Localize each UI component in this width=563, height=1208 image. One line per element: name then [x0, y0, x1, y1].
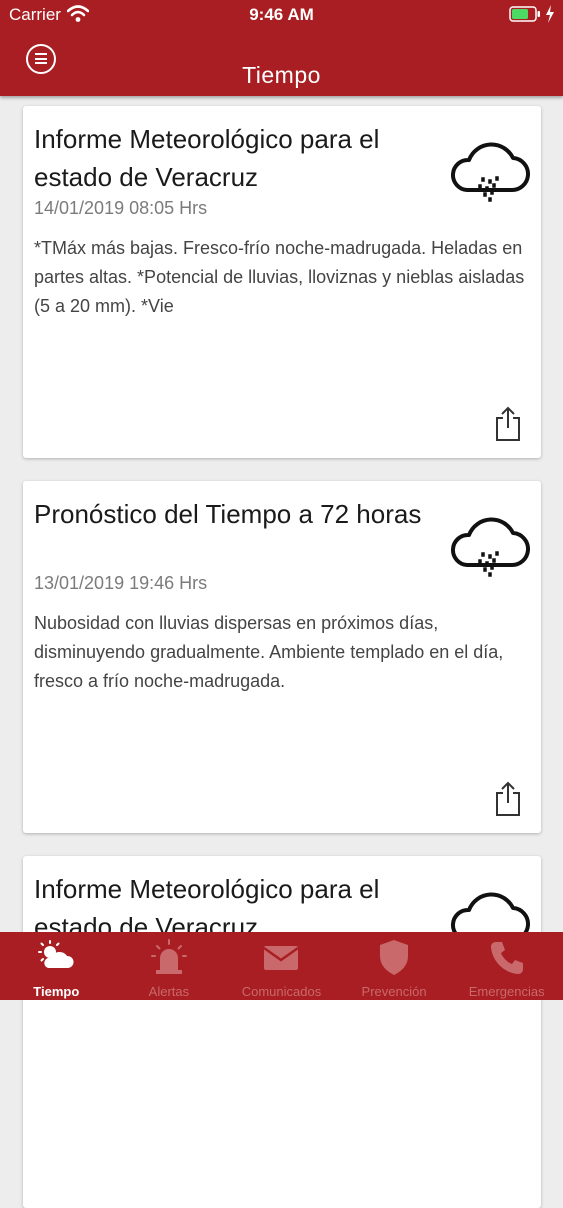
- envelope-icon: [263, 946, 300, 970]
- sun-cloud-icon: [38, 940, 74, 968]
- tab-prevencion[interactable]: Prevención: [338, 932, 451, 1000]
- tab-label: Comunicados: [241, 984, 322, 999]
- phone-icon: [490, 942, 523, 974]
- weather-report-card[interactable]: Informe Meteorológico para el estado de …: [23, 856, 541, 1208]
- tab-emergencias[interactable]: Emergencias: [450, 932, 563, 1000]
- card-title: Informe Meteorológico para el estado de …: [34, 124, 380, 192]
- app-header: Carrier 9:46 AM Tiempo: [0, 0, 563, 96]
- shield-icon: [380, 940, 409, 975]
- share-icon[interactable]: [493, 781, 523, 817]
- card-summary: *TMáx más bajas. Fresco-frío noche-madru…: [34, 238, 525, 316]
- siren-icon: [150, 939, 187, 974]
- card-title: Pronóstico del Tiempo a 72 horas: [34, 499, 422, 529]
- battery-icon: [509, 6, 540, 22]
- tab-label: Tiempo: [33, 984, 80, 999]
- status-bar: Carrier 9:46 AM: [0, 0, 563, 30]
- tab-comunicados[interactable]: Comunicados: [225, 932, 338, 1000]
- share-icon[interactable]: [493, 406, 523, 442]
- status-time: 9:46 AM: [249, 5, 314, 24]
- tab-tiempo[interactable]: Tiempo: [0, 932, 113, 1000]
- weather-report-card[interactable]: Informe Meteorológico para el estado de …: [23, 106, 541, 458]
- page-title: Tiempo: [242, 62, 321, 89]
- tab-label: Emergencias: [468, 984, 545, 999]
- tab-alertas[interactable]: Alertas: [113, 932, 226, 1000]
- rain-cloud-icon: [450, 142, 530, 202]
- card-summary: Nubosidad con lluvias dispersas en próxi…: [34, 613, 504, 691]
- charging-bolt-icon: [546, 5, 554, 23]
- tab-bar: Tiempo Alertas Comunicados Prevención Em…: [0, 932, 563, 1000]
- rain-cloud-icon: [450, 517, 530, 577]
- card-date: 13/01/2019 19:46 Hrs: [34, 573, 208, 593]
- tab-label: Prevención: [361, 984, 427, 999]
- tab-label: Alertas: [148, 984, 190, 999]
- weather-report-card[interactable]: Pronóstico del Tiempo a 72 horas 13/01/2…: [23, 481, 541, 833]
- card-date: 14/01/2019 08:05 Hrs: [34, 198, 208, 218]
